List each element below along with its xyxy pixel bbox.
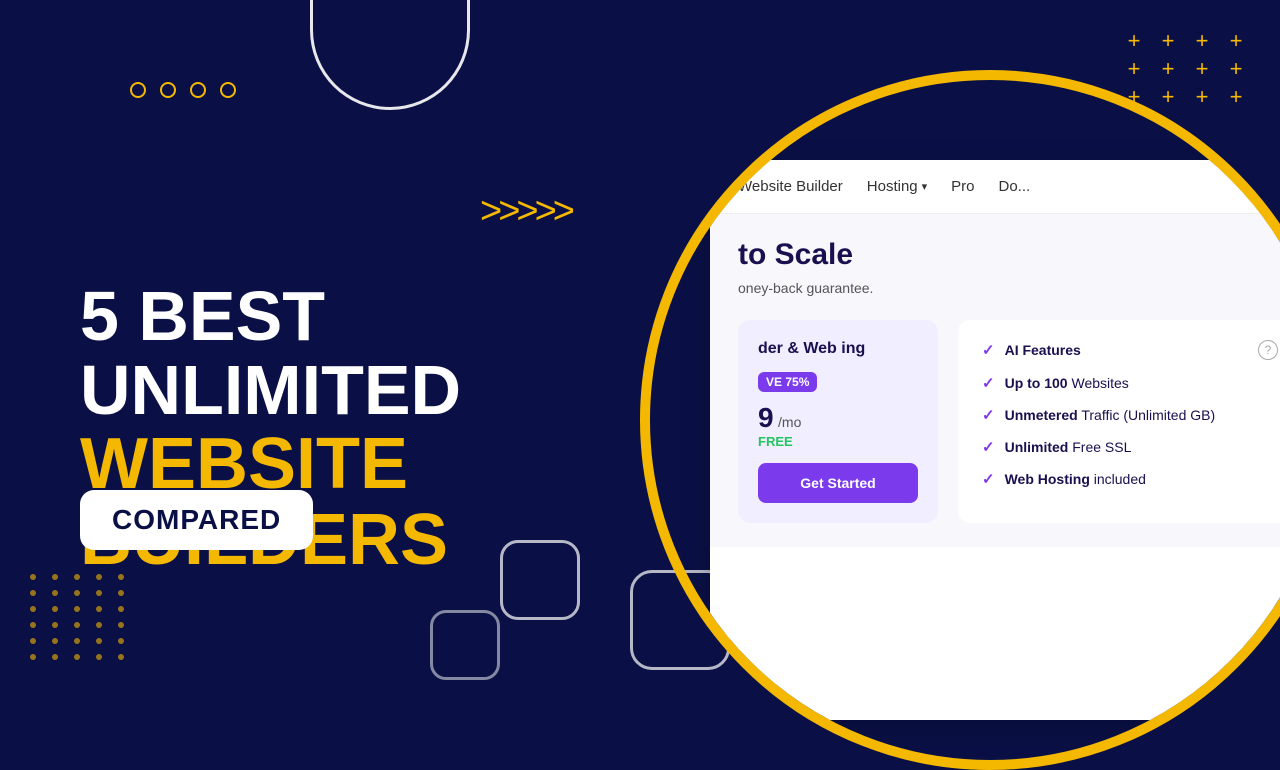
- nav-pro[interactable]: Pro: [951, 178, 974, 195]
- chevrons-decoration: >>>>>: [480, 190, 571, 233]
- plan-section: der & Web ing VE 75% 9 /mo FREE Get Star…: [738, 320, 1280, 523]
- feature-ai: ✓ AI Features ?: [982, 340, 1278, 360]
- nav-hosting[interactable]: Hosting ▾: [867, 178, 927, 195]
- feature-label: Up to 100 Websites: [1005, 375, 1129, 391]
- content-area: to Scale oney-back guarantee. der & Web …: [710, 214, 1280, 547]
- check-icon: ✓: [982, 374, 995, 392]
- compared-badge: COMPARED: [80, 490, 313, 550]
- save-badge: VE 75%: [758, 372, 817, 392]
- feature-hosting: ✓ Web Hosting included: [982, 470, 1278, 488]
- chevron-down-icon: ▾: [922, 180, 928, 193]
- plan-card: der & Web ing VE 75% 9 /mo FREE Get Star…: [738, 320, 938, 523]
- feature-ssl: ✓ Unlimited Free SSL: [982, 438, 1278, 456]
- check-icon: ✓: [982, 438, 995, 456]
- info-icon[interactable]: ?: [1258, 340, 1278, 360]
- browser-window: Website Builder Hosting ▾ Pro Do... to S…: [710, 160, 1280, 720]
- dots-decoration: [30, 574, 130, 660]
- features-card: ✓ AI Features ? ✓ Up to 100 Websites ✓: [958, 320, 1280, 523]
- get-started-button[interactable]: Get Started: [758, 463, 918, 503]
- feature-traffic: ✓ Unmetered Traffic (Unlimited GB): [982, 406, 1278, 424]
- compared-label: COMPARED: [112, 504, 281, 536]
- price-display: 9 /mo: [758, 402, 918, 434]
- page-title: to Scale: [738, 238, 1280, 272]
- check-icon: ✓: [982, 406, 995, 424]
- feature-label: AI Features: [1005, 342, 1081, 358]
- nav-more[interactable]: Do...: [999, 178, 1031, 195]
- feature-label: Web Hosting included: [1005, 471, 1146, 487]
- plan-title: der & Web ing: [758, 340, 918, 358]
- feature-label: Unmetered Traffic (Unlimited GB): [1005, 407, 1216, 423]
- price-value: 9: [758, 402, 774, 433]
- check-icon: ✓: [982, 470, 995, 488]
- subtitle: oney-back guarantee.: [738, 280, 1280, 296]
- feature-websites: ✓ Up to 100 Websites: [982, 374, 1278, 392]
- square-decoration-3: [430, 610, 500, 680]
- price-unit: /mo: [778, 414, 801, 430]
- nav-bar: Website Builder Hosting ▾ Pro Do...: [710, 160, 1280, 214]
- gold-circle-frame: Website Builder Hosting ▾ Pro Do... to S…: [640, 70, 1280, 770]
- check-icon: ✓: [982, 341, 995, 359]
- free-label: FREE: [758, 434, 918, 449]
- feature-label: Unlimited Free SSL: [1005, 439, 1132, 455]
- title-line1: 5 BEST UNLIMITED: [80, 280, 620, 427]
- circles-decoration: [130, 82, 236, 98]
- nav-website-builder[interactable]: Website Builder: [738, 178, 843, 195]
